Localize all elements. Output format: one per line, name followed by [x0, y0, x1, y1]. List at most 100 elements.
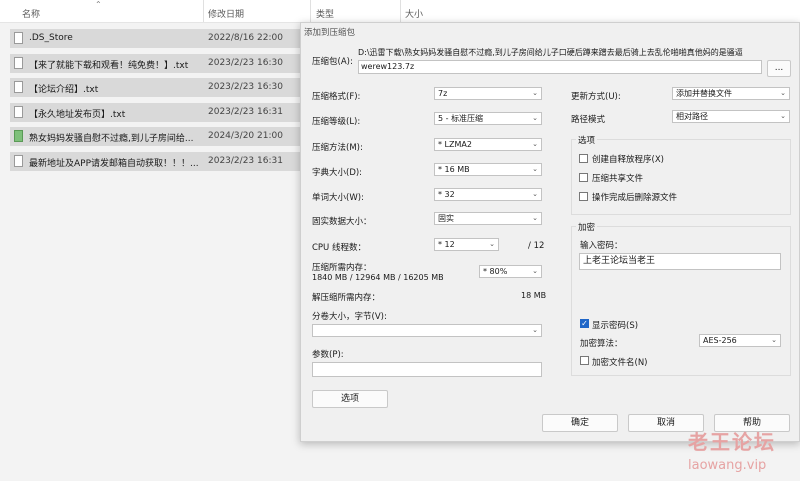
column-divider	[203, 0, 204, 22]
dialog-titlebar[interactable]: 添加到压缩包	[301, 23, 799, 39]
word-select[interactable]: * 32 ⌄	[434, 188, 542, 201]
file-row[interactable]: 最新地址及APP请发邮箱自动获取！！！... 2023/2/23 16:31	[10, 152, 302, 171]
update-value: 添加并替换文件	[676, 89, 732, 98]
file-icon	[14, 155, 23, 167]
decomp-value: 18 MB	[521, 291, 547, 300]
chevron-down-icon: ⌄	[532, 326, 538, 334]
pathmode-select[interactable]: 相对路径 ⌄	[672, 110, 790, 123]
file-icon	[14, 106, 23, 118]
file-row[interactable]: 【论坛介绍】.txt 2023/2/23 16:30	[10, 78, 302, 97]
file-row[interactable]: 【来了就能下载和观看！纯免费！】.txt 2023/2/23 16:30	[10, 54, 302, 73]
chevron-down-icon: ⌄	[532, 190, 538, 198]
options-group-title: 选项	[576, 134, 598, 146]
column-type[interactable]: 类型	[316, 7, 334, 20]
word-label: 单词大小(W):	[312, 193, 364, 203]
update-label: 更新方式(U):	[571, 92, 621, 102]
file-name: 【永久地址发布页】.txt	[29, 110, 126, 120]
show-password-label: 显示密码(S)	[592, 321, 639, 331]
archive-label: 压缩包(A):	[312, 57, 353, 67]
encryption-group-title: 加密	[576, 221, 598, 233]
image-file-icon	[14, 130, 23, 142]
show-password-checkbox[interactable]: ✓	[580, 319, 589, 328]
shared-label: 压缩共享文件	[592, 174, 644, 184]
archive-path-text: D:\迅雷下载\熟女妈妈发骚自慰不过瘾,到儿子房间给儿子口硬后蹲来蹭去最后骑上去…	[358, 48, 743, 57]
browse-button[interactable]: ...	[767, 60, 791, 77]
options-button[interactable]: 选项	[312, 390, 388, 408]
mem-percent-value: * 80%	[483, 267, 508, 276]
file-icon	[14, 81, 23, 93]
password-input[interactable]: 上老王论坛当老王	[579, 253, 781, 270]
dialog-title: 添加到压缩包	[304, 28, 356, 38]
file-icon	[14, 32, 23, 44]
sort-chevron-icon: ⌃	[95, 0, 102, 9]
level-label: 压缩等级(L):	[312, 117, 361, 127]
encrypt-names-checkbox[interactable]	[580, 356, 589, 365]
file-row[interactable]: 【永久地址发布页】.txt 2023/2/23 16:31	[10, 103, 302, 122]
file-name: 最新地址及APP请发邮箱自动获取！！！...	[29, 159, 199, 169]
method-select[interactable]: * LZMA2 ⌄	[434, 138, 542, 151]
solid-label: 固实数据大小：	[312, 217, 372, 227]
column-name[interactable]: 名称	[22, 7, 40, 20]
column-divider	[400, 0, 401, 22]
archive-name-input[interactable]: werew123.7z	[358, 60, 762, 74]
column-size[interactable]: 大小	[405, 7, 423, 20]
chevron-down-icon: ⌄	[532, 114, 538, 122]
file-name: 【论坛介绍】.txt	[29, 85, 99, 95]
file-date: 2023/2/23 16:30	[208, 82, 283, 92]
chevron-down-icon: ⌄	[532, 89, 538, 97]
encryption-method-value: AES-256	[703, 336, 737, 345]
delete-source-checkbox[interactable]	[579, 192, 588, 201]
cpu-max: / 12	[528, 241, 545, 251]
sfx-label: 创建自释放程序(X)	[592, 155, 664, 165]
level-select[interactable]: 5 - 标准压缩 ⌄	[434, 112, 542, 125]
solid-value: 固实	[438, 214, 454, 223]
file-list-header: 名称 修改日期 类型 大小 ⌃	[0, 0, 800, 23]
chevron-down-icon: ⌄	[532, 140, 538, 148]
file-name: 熟女妈妈发骚自慰不过瘾,到儿子房间给...	[29, 134, 194, 144]
password-label: 输入密码：	[580, 241, 623, 251]
word-value: * 32	[438, 190, 455, 199]
decomp-label: 解压缩所需内存：	[312, 293, 381, 303]
chevron-down-icon: ⌄	[532, 165, 538, 173]
file-name: .DS_Store	[29, 33, 73, 43]
pathmode-value: 相对路径	[676, 112, 708, 121]
pathmode-label: 路径模式	[571, 115, 606, 125]
chevron-down-icon: ⌄	[771, 336, 777, 344]
column-date[interactable]: 修改日期	[208, 7, 244, 20]
cpu-select[interactable]: * 12 ⌄	[434, 238, 499, 251]
mem-label: 压缩所需内存：	[312, 263, 372, 273]
chevron-down-icon: ⌄	[780, 89, 786, 97]
file-date: 2022/8/16 22:00	[208, 33, 283, 43]
level-value: 5 - 标准压缩	[438, 114, 484, 123]
file-row[interactable]: .DS_Store 2022/8/16 22:00	[10, 29, 302, 48]
file-date: 2023/2/23 16:31	[208, 107, 283, 117]
params-input[interactable]	[312, 362, 542, 377]
method-label: 压缩方法(M):	[312, 143, 363, 153]
format-select[interactable]: 7z ⌄	[434, 87, 542, 100]
dict-select[interactable]: * 16 MB ⌄	[434, 163, 542, 176]
file-name: 【来了就能下载和观看！纯免费！】.txt	[29, 61, 189, 71]
mem-percent-select[interactable]: * 80% ⌄	[479, 265, 542, 278]
solid-select[interactable]: 固实 ⌄	[434, 212, 542, 225]
chevron-down-icon: ⌄	[780, 112, 786, 120]
watermark-url: laowang.vip	[688, 458, 767, 473]
format-label: 压缩格式(F):	[312, 92, 361, 102]
sfx-checkbox[interactable]	[579, 154, 588, 163]
format-value: 7z	[438, 89, 448, 98]
chevron-down-icon: ⌄	[532, 214, 538, 222]
file-date: 2023/2/23 16:31	[208, 156, 283, 166]
file-row[interactable]: 熟女妈妈发骚自慰不过瘾,到儿子房间给... 2024/3/20 21:00	[10, 127, 302, 146]
encryption-method-select[interactable]: AES-256 ⌄	[699, 334, 781, 347]
split-select[interactable]: ⌄	[312, 324, 542, 337]
ok-button[interactable]: 确定	[542, 414, 618, 432]
column-divider	[310, 0, 311, 22]
dict-label: 字典大小(D):	[312, 168, 363, 178]
params-label: 参数(P):	[312, 350, 344, 360]
shared-checkbox[interactable]	[579, 173, 588, 182]
encryption-method-label: 加密算法：	[580, 339, 623, 349]
file-date: 2024/3/20 21:00	[208, 131, 283, 141]
update-select[interactable]: 添加并替换文件 ⌄	[672, 87, 790, 100]
mem-detail: 1840 MB / 12964 MB / 16205 MB	[312, 273, 444, 282]
delete-source-label: 操作完成后删除源文件	[592, 193, 678, 203]
cpu-label: CPU 线程数：	[312, 243, 366, 253]
